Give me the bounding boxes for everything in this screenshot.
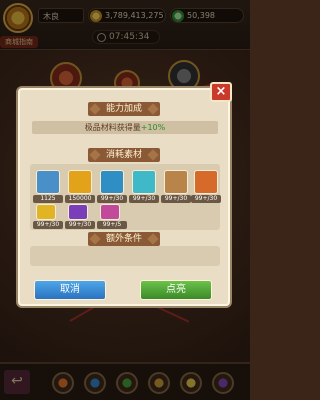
material-count: 1125 — [33, 195, 63, 203]
material-slot[interactable] — [100, 204, 120, 220]
extra-conditions-panel — [30, 246, 220, 266]
material-count: 99+/30 — [191, 195, 221, 203]
material-slot[interactable] — [164, 170, 188, 194]
material-count: 99+/30 — [33, 221, 63, 229]
material-count: 99+/30 — [97, 195, 127, 203]
material-count: 99+/5 — [97, 221, 127, 229]
light-up-dialog: 能力加成 极品材料获得量+10% 消耗素材 1125 150000 99+/30… — [18, 88, 230, 306]
effect-description: 极品材料获得量+10% — [32, 121, 218, 134]
material-slot[interactable] — [68, 170, 92, 194]
material-slot[interactable] — [100, 170, 124, 194]
material-count: 150000 — [65, 195, 95, 203]
material-count: 99+/30 — [161, 195, 191, 203]
effect-value: +10% — [140, 123, 166, 132]
material-slot[interactable] — [36, 204, 56, 220]
close-icon[interactable]: × — [210, 82, 232, 102]
cancel-button[interactable]: 取消 — [34, 280, 106, 300]
material-slot[interactable] — [132, 170, 156, 194]
material-slot[interactable] — [194, 170, 218, 194]
material-slot[interactable] — [36, 170, 60, 194]
ability-section-title: 能力加成 — [87, 102, 161, 116]
material-count: 99+/30 — [129, 195, 159, 203]
extra-section-title: 额外条件 — [87, 232, 161, 246]
material-count: 99+/30 — [65, 221, 95, 229]
materials-section-title: 消耗素材 — [87, 148, 161, 162]
material-slot[interactable] — [68, 204, 88, 220]
light-up-button[interactable]: 点亮 — [140, 280, 212, 300]
effect-label: 极品材料获得量 — [84, 123, 141, 132]
materials-panel: 1125 150000 99+/30 99+/30 99+/30 99+/30 … — [30, 164, 221, 230]
